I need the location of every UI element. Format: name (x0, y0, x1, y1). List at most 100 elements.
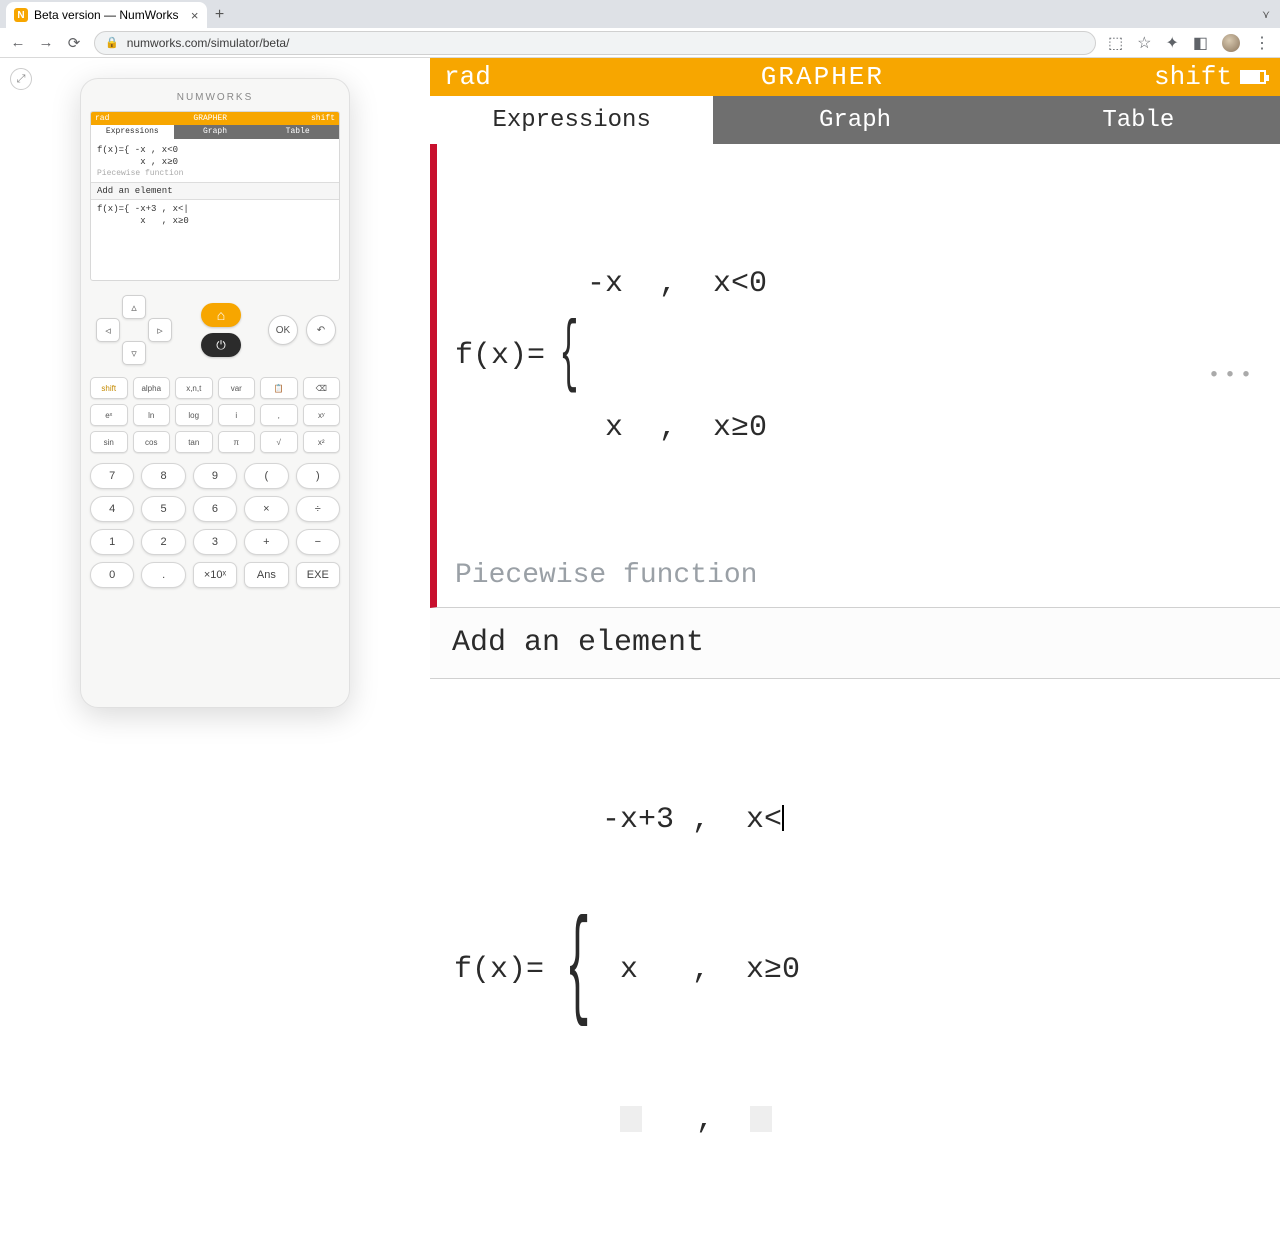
key-[interactable]: √ (260, 431, 298, 453)
numkey-3[interactable]: 3 (193, 529, 237, 555)
numkey-10[interactable]: ×10ˣ (193, 562, 237, 588)
extensions-icon[interactable]: ✦ (1165, 33, 1178, 53)
numkey-[interactable]: . (141, 562, 185, 588)
mini-f1-line2: x , x≥0 (97, 157, 333, 167)
key-log[interactable]: log (175, 404, 213, 426)
zoomed-screen: rad GRAPHER shift Expressions Graph Tabl… (430, 58, 1280, 720)
key-tan[interactable]: tan (175, 431, 213, 453)
calculator-screen[interactable]: rad GRAPHER shift Expressions Graph Tabl… (90, 111, 340, 281)
numkey-[interactable]: + (244, 529, 288, 555)
key-sin[interactable]: sin (90, 431, 128, 453)
direction-pad: ▵ ▿ ◃ ▹ (94, 295, 174, 365)
f2-case2: x , x≥0 (602, 945, 800, 995)
install-icon[interactable]: ⬚ (1108, 33, 1123, 53)
profile-avatar[interactable] (1222, 34, 1240, 52)
numkey-[interactable]: ÷ (296, 496, 340, 522)
dpad-down[interactable]: ▿ (122, 341, 146, 365)
brace-icon: { (565, 935, 590, 1005)
mini-tab-graph: Graph (174, 125, 257, 139)
mini-f1-line1: f(x)={ -x , x<0 (97, 145, 333, 155)
app-title: GRAPHER (491, 62, 1154, 92)
tab-expressions[interactable]: Expressions (430, 96, 713, 144)
lock-icon: 🔒 (105, 36, 119, 49)
key-xnt[interactable]: x,n,t (175, 377, 213, 399)
f1-case2: x , x≥0 (587, 404, 767, 452)
key-[interactable]: π (218, 431, 256, 453)
numkey-2[interactable]: 2 (141, 529, 185, 555)
menu-icon[interactable]: ⋮ (1254, 33, 1270, 53)
back-button[interactable]: ↶ (306, 315, 336, 345)
key-e[interactable]: eˣ (90, 404, 128, 426)
f2-case3-empty: , (602, 1095, 800, 1145)
key-[interactable]: 📋 (260, 377, 298, 399)
numkey-5[interactable]: 5 (141, 496, 185, 522)
address-bar[interactable]: 🔒 numworks.com/simulator/beta/ (94, 31, 1096, 55)
dpad-right[interactable]: ▹ (148, 318, 172, 342)
fullscreen-button[interactable]: ⤢ (10, 68, 32, 90)
mini-f2-line1: f(x)={ -x+3 , x<| (97, 204, 333, 214)
mini-f2-line2: x , x≥0 (97, 216, 333, 226)
back-icon[interactable]: ← (10, 34, 26, 51)
key-x[interactable]: xʸ (303, 404, 341, 426)
browser-toolbar: ← → ⟳ 🔒 numworks.com/simulator/beta/ ⬚ ☆… (0, 28, 1280, 58)
numkey-0[interactable]: 0 (90, 562, 134, 588)
tab-graph[interactable]: Graph (713, 96, 996, 144)
numkey-6[interactable]: 6 (193, 496, 237, 522)
text-cursor (782, 805, 784, 831)
numkey-[interactable]: − (296, 529, 340, 555)
browser-tab[interactable]: N Beta version — NumWorks × (6, 2, 207, 28)
tab-favicon: N (14, 8, 28, 22)
numkey-exe[interactable]: EXE (296, 562, 340, 588)
key-x[interactable]: x² (303, 431, 341, 453)
more-icon[interactable]: ••• (1208, 364, 1256, 387)
f2-lhs: f(x)= (454, 953, 544, 987)
function-row-1[interactable]: ••• f(x)= { -x , x<0 x , x≥0 Piecewise f… (430, 144, 1280, 608)
ok-button[interactable]: OK (268, 315, 298, 345)
tab-title: Beta version — NumWorks (34, 8, 179, 22)
tab-close-icon[interactable]: × (191, 8, 199, 23)
f2-case1: -x+3 , x< (602, 795, 800, 845)
mini-add-element: Add an element (91, 182, 339, 200)
mini-shift: shift (311, 114, 335, 123)
dpad-up[interactable]: ▵ (122, 295, 146, 319)
battery-icon (1240, 70, 1266, 84)
calculator-brand: NUMWORKS (90, 92, 340, 103)
forward-icon[interactable]: → (38, 34, 54, 51)
dpad-left[interactable]: ◃ (96, 318, 120, 342)
add-element-row[interactable]: Add an element (430, 608, 1280, 679)
key-cos[interactable]: cos (133, 431, 171, 453)
mini-app-title: GRAPHER (109, 114, 311, 123)
status-bar: rad GRAPHER shift (430, 58, 1280, 96)
key-ln[interactable]: ln (133, 404, 171, 426)
bookmark-icon[interactable]: ☆ (1137, 33, 1151, 53)
numkey-7[interactable]: 7 (90, 463, 134, 489)
numkey-[interactable]: ( (244, 463, 288, 489)
side-panel-icon[interactable]: ◧ (1193, 33, 1208, 53)
numkey-ans[interactable]: Ans (244, 562, 288, 588)
power-button[interactable]: ⏻ (201, 333, 241, 357)
key-[interactable]: ⌫ (303, 377, 341, 399)
key-[interactable]: , (260, 404, 298, 426)
tab-bar: Expressions Graph Table (430, 96, 1280, 144)
browser-tab-strip: N Beta version — NumWorks × + ⋎ (0, 0, 1280, 28)
tab-table[interactable]: Table (997, 96, 1280, 144)
mini-mode: rad (95, 114, 109, 123)
home-button[interactable]: ⌂ (201, 303, 241, 327)
key-var[interactable]: var (218, 377, 256, 399)
numkey-1[interactable]: 1 (90, 529, 134, 555)
tab-overflow-icon[interactable]: ⋎ (1262, 8, 1270, 21)
function-row-2[interactable]: f(x)= { -x+3 , x< x , x≥0 , (430, 679, 1280, 1253)
numkey-[interactable]: × (244, 496, 288, 522)
f1-case1: -x , x<0 (587, 260, 767, 308)
key-shift[interactable]: shift (90, 377, 128, 399)
f1-subtitle: Piecewise function (455, 560, 1260, 591)
mini-tab-expressions: Expressions (91, 125, 174, 139)
numkey-[interactable]: ) (296, 463, 340, 489)
key-i[interactable]: i (218, 404, 256, 426)
key-alpha[interactable]: alpha (133, 377, 171, 399)
numkey-9[interactable]: 9 (193, 463, 237, 489)
numkey-4[interactable]: 4 (90, 496, 134, 522)
reload-icon[interactable]: ⟳ (66, 34, 82, 52)
new-tab-button[interactable]: + (207, 2, 233, 28)
numkey-8[interactable]: 8 (141, 463, 185, 489)
